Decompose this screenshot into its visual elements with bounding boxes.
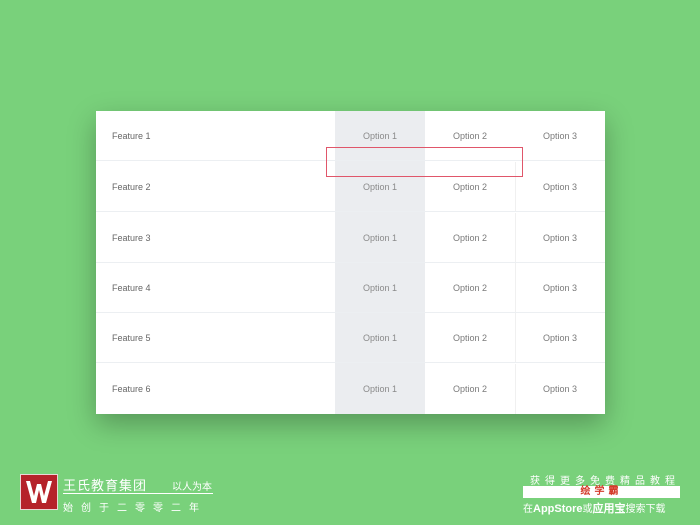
option2-cell[interactable]: Option 2 xyxy=(425,313,515,363)
option3-cell[interactable]: Option 3 xyxy=(515,263,605,313)
option1-cell[interactable]: Option 1 xyxy=(335,213,425,263)
table-row[interactable]: Feature 6 Option 1 Option 2 Option 3 xyxy=(96,364,605,414)
brand-name: 王氏教育集团 xyxy=(63,478,148,493)
option2-cell[interactable]: Option 2 xyxy=(425,263,515,313)
option2-cell[interactable]: Option 2 xyxy=(425,364,515,414)
option3-cell[interactable]: Option 3 xyxy=(515,313,605,363)
brand-divider xyxy=(63,493,213,494)
option3-cell[interactable]: Option 3 xyxy=(515,111,605,161)
feature-label: Feature 1 xyxy=(112,131,151,141)
feature-label: Feature 2 xyxy=(112,182,151,192)
selection-rectangle[interactable] xyxy=(326,147,523,177)
promo-app-name: 绘学霸 xyxy=(523,486,680,498)
option3-cell[interactable]: Option 3 xyxy=(515,162,605,212)
option1-cell[interactable]: Option 1 xyxy=(335,364,425,414)
promo-store-name: AppStore xyxy=(533,503,583,515)
option3-cell[interactable]: Option 3 xyxy=(515,213,605,263)
option1-cell[interactable]: Option 1 xyxy=(335,263,425,313)
option1-cell[interactable]: Option 1 xyxy=(335,313,425,363)
feature-label: Feature 3 xyxy=(112,233,151,243)
promo-download-text: 在AppStore或应用宝搜索下载 xyxy=(523,500,666,516)
option3-cell[interactable]: Option 3 xyxy=(515,364,605,414)
brand-slogan: 以人为本 xyxy=(172,482,212,493)
row-divider xyxy=(96,211,605,212)
table-row[interactable]: Feature 3 Option 1 Option 2 Option 3 xyxy=(96,213,605,263)
promo-headline: 获得更多免费精品教程 xyxy=(530,476,680,487)
brand-subtitle: 始创于二零零二年 xyxy=(63,503,207,514)
option2-cell[interactable]: Option 2 xyxy=(425,213,515,263)
feature-label: Feature 5 xyxy=(112,333,151,343)
promo-app-store-name: 应用宝 xyxy=(592,503,626,515)
table-row[interactable]: Feature 5 Option 1 Option 2 Option 3 xyxy=(96,313,605,363)
promo-mid: 或 xyxy=(582,504,593,515)
brand-logo xyxy=(20,474,58,510)
promo-suffix: 搜索下载 xyxy=(625,504,666,515)
row-divider xyxy=(96,362,605,363)
table-row[interactable]: Feature 4 Option 1 Option 2 Option 3 xyxy=(96,263,605,313)
feature-label: Feature 4 xyxy=(112,283,151,293)
w-logo-icon xyxy=(26,481,52,503)
feature-label: Feature 6 xyxy=(112,384,151,394)
promo-prefix: 在 xyxy=(523,504,533,515)
